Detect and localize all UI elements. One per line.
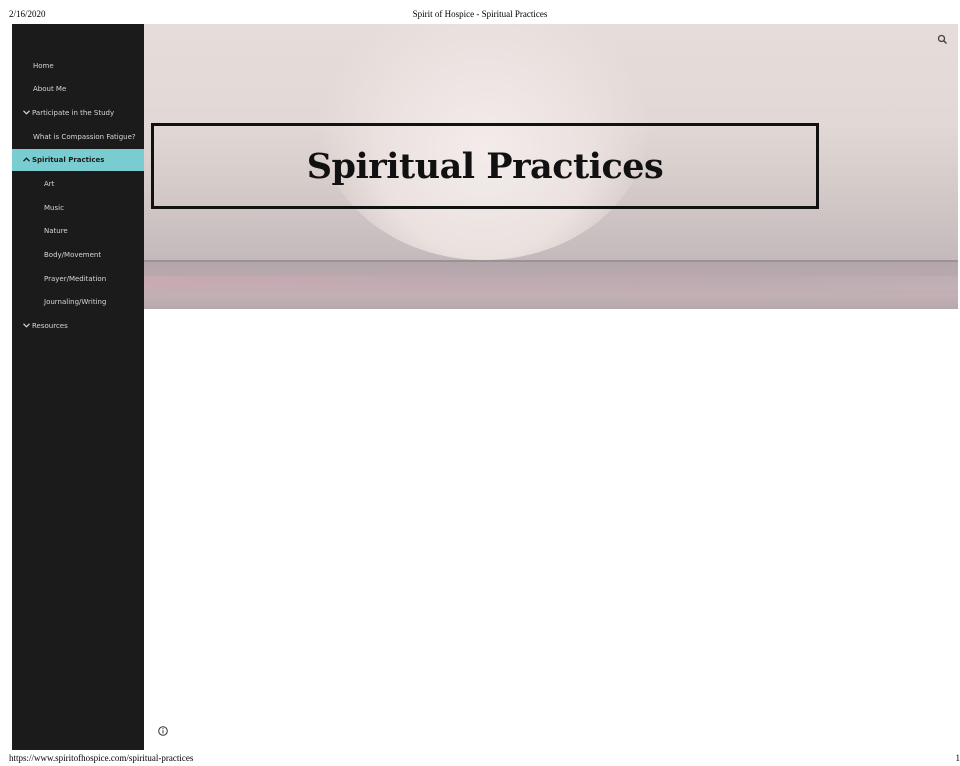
sidebar-item-label: Music xyxy=(44,204,64,212)
sidebar-item-spiritual-practices[interactable]: Spiritual Practices xyxy=(12,149,144,171)
sidebar-item-music[interactable]: Music xyxy=(12,197,144,219)
sidebar-item-participate[interactable]: Participate in the Study xyxy=(12,102,144,124)
sidebar-item-resources[interactable]: Resources xyxy=(12,315,144,337)
sidebar-item-about-me[interactable]: About Me xyxy=(12,78,144,100)
sidebar-item-label: Participate in the Study xyxy=(32,109,115,117)
sidebar-item-prayer-meditation[interactable]: Prayer/Meditation xyxy=(12,268,144,290)
sidebar-item-label: Home xyxy=(33,62,54,70)
chevron-down-icon[interactable] xyxy=(23,315,32,337)
print-page-number: 1 xyxy=(955,753,960,763)
info-icon xyxy=(157,724,169,741)
sidebar-item-journaling-writing[interactable]: Journaling/Writing xyxy=(12,291,144,313)
print-url: https://www.spiritofhospice.com/spiritua… xyxy=(9,753,194,763)
sidebar-item-nature[interactable]: Nature xyxy=(12,220,144,242)
sidebar-item-body-movement[interactable]: Body/Movement xyxy=(12,244,144,266)
sidebar-item-compassion-fatigue[interactable]: What is Compassion Fatigue? xyxy=(12,126,144,148)
sidebar-item-label: Nature xyxy=(44,227,68,235)
sidebar-item-art[interactable]: Art xyxy=(12,173,144,195)
sidebar-item-home[interactable]: Home xyxy=(12,55,144,77)
sidebar-item-label: About Me xyxy=(33,85,67,93)
search-icon xyxy=(936,34,950,51)
page-title-box: Spiritual Practices xyxy=(151,123,819,209)
sidebar-item-label: Prayer/Meditation xyxy=(44,275,107,283)
page-title: Spiritual Practices xyxy=(306,146,664,187)
sidebar-item-label: Art xyxy=(44,180,55,188)
search-button[interactable] xyxy=(936,33,950,47)
print-footer: https://www.spiritofhospice.com/spiritua… xyxy=(0,752,960,766)
chevron-up-icon[interactable] xyxy=(23,149,32,171)
sidebar-item-label: Body/Movement xyxy=(44,251,102,259)
sidebar-item-label: Resources xyxy=(32,322,68,330)
site-info-button[interactable] xyxy=(157,724,169,736)
sidebar-item-label: What is Compassion Fatigue? xyxy=(33,133,136,141)
hero-sea-glint xyxy=(144,276,958,290)
sidebar-item-label: Journaling/Writing xyxy=(44,298,107,306)
chevron-down-icon[interactable] xyxy=(23,102,32,124)
print-title: Spirit of Hospice - Spiritual Practices xyxy=(412,9,548,19)
sidebar-item-label: Spiritual Practices xyxy=(32,156,105,164)
sidebar-nav: Home About Me Participate in the Study W… xyxy=(12,24,144,750)
print-header: 2/16/2020 Spirit of Hospice - Spiritual … xyxy=(0,0,960,24)
